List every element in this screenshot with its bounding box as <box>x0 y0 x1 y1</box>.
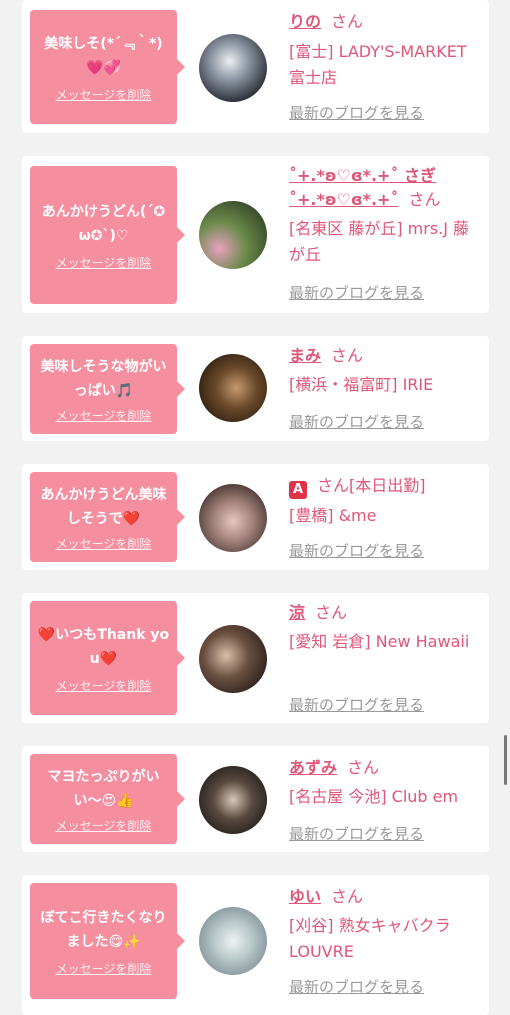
latest-blog-link[interactable]: 最新のブログを見る <box>289 282 424 303</box>
sender-line: あずみ さん <box>289 756 479 780</box>
message-card: あんかけうどん(´✪ω✪`)♡ メッセージを削除 ˚+.*ʚ♡ɞ*.+˚ さぎ˚… <box>22 156 489 313</box>
avatar[interactable] <box>199 766 267 834</box>
message-text: あんかけうどん(´✪ω✪`)♡ <box>41 203 166 244</box>
sender-name-link[interactable]: まみ <box>289 346 321 365</box>
message-card: ❤️いつもThank you❤️ メッセージを削除 涼さん [愛知 岩倉] Ne… <box>22 593 489 723</box>
sender-line: 涼さん <box>289 601 479 625</box>
sender-info: 涼さん [愛知 岩倉] New Hawaii <box>289 601 479 655</box>
message-text: 美味しそ(*´﹃｀*)💗💞 <box>44 35 163 76</box>
latest-blog-link[interactable]: 最新のブログを見る <box>289 694 424 715</box>
honorific: さん <box>315 603 348 622</box>
delete-message-link[interactable]: メッセージを削除 <box>56 535 152 552</box>
sender-name-link[interactable]: ゆい <box>289 887 321 906</box>
delete-message-link[interactable]: メッセージを削除 <box>56 677 152 694</box>
latest-blog-link[interactable]: 最新のブログを見る <box>289 823 424 844</box>
sender-info: ゆい さん [刈谷] 熟女キャバクラ LOUVRE <box>289 885 479 965</box>
delete-message-link[interactable]: メッセージを削除 <box>56 960 152 977</box>
message-bubble: あんかけうどん美味しそうで❤️ メッセージを削除 <box>30 472 185 562</box>
latest-blog-link[interactable]: 最新のブログを見る <box>289 976 424 997</box>
sender-info: まみ さん [横浜・福富町] IRIE <box>289 344 479 398</box>
message-text: マヨたっぷりがいい〜😍👍 <box>47 768 160 809</box>
delete-message-link[interactable]: メッセージを削除 <box>56 407 152 424</box>
avatar[interactable] <box>199 907 267 975</box>
message-bubble: あんかけうどん(´✪ω✪`)♡ メッセージを削除 <box>30 166 185 304</box>
delete-message-link[interactable]: メッセージを削除 <box>56 817 152 834</box>
honorific: さん <box>331 346 364 365</box>
message-card: マヨたっぷりがいい〜😍👍 メッセージを削除 あずみ さん [名古屋 今池] Clu… <box>22 746 489 852</box>
scrollbar[interactable] <box>504 735 507 785</box>
shop-info: [豊橋] &me <box>289 506 377 525</box>
message-card: あんかけうどん美味しそうで❤️ メッセージを削除 A さん[本日出勤] [豊橋] … <box>22 464 489 570</box>
attendance-status: [本日出勤] <box>349 476 426 495</box>
avatar[interactable] <box>199 201 267 269</box>
sender-line: りの さん <box>289 10 479 34</box>
avatar[interactable] <box>199 34 267 102</box>
sender-info: ˚+.*ʚ♡ɞ*.+˚ さぎ˚+.*ʚ♡ɞ*.+˚ さん [名東区 藤が丘] mr… <box>289 164 479 268</box>
message-bubble: ぼてこ行きたくなりました😋✨ メッセージを削除 <box>30 883 185 999</box>
message-card: 美味しそうな物がいっぱい🎵 メッセージを削除 まみ さん [横浜・福富町] IRI… <box>22 336 489 441</box>
message-bubble: マヨたっぷりがいい〜😍👍 メッセージを削除 <box>30 754 185 844</box>
sender-info: A さん[本日出勤] [豊橋] &me <box>289 474 479 529</box>
shop-info: [名東区 藤が丘] mrs.J 藤が丘 <box>289 219 470 264</box>
avatar[interactable] <box>199 354 267 422</box>
message-text: 美味しそうな物がいっぱい🎵 <box>40 358 167 399</box>
avatar[interactable] <box>199 484 267 552</box>
honorific: さん <box>347 758 380 777</box>
delete-message-link[interactable]: メッセージを削除 <box>56 254 152 271</box>
shop-info: [刈谷] 熟女キャバクラ LOUVRE <box>289 916 451 961</box>
message-text: ❤️いつもThank you❤️ <box>37 626 170 667</box>
a-button-emoji-icon: A <box>289 481 307 499</box>
sender-line: まみ さん <box>289 344 479 368</box>
honorific: さん <box>317 476 350 495</box>
sender-name-link[interactable]: あずみ <box>289 758 337 777</box>
sender-info: あずみ さん [名古屋 今池] Club em <box>289 756 479 810</box>
message-bubble: ❤️いつもThank you❤️ メッセージを削除 <box>30 601 185 715</box>
sender-name-link[interactable]: りの <box>289 12 321 31</box>
honorific: さん <box>331 12 364 31</box>
message-bubble: 美味しそうな物がいっぱい🎵 メッセージを削除 <box>30 344 185 434</box>
shop-info: [横浜・福富町] IRIE <box>289 375 434 394</box>
latest-blog-link[interactable]: 最新のブログを見る <box>289 540 424 561</box>
delete-message-link[interactable]: メッセージを削除 <box>56 86 152 103</box>
honorific: さん <box>408 190 441 209</box>
message-bubble: 美味しそ(*´﹃｀*)💗💞 メッセージを削除 <box>30 10 185 124</box>
avatar[interactable] <box>199 625 267 693</box>
latest-blog-link[interactable]: 最新のブログを見る <box>289 102 424 123</box>
shop-info: [名古屋 今池] Club em <box>289 787 459 806</box>
message-text: ぼてこ行きたくなりました😋✨ <box>40 909 167 950</box>
sender-name-link[interactable]: 涼 <box>289 603 305 622</box>
message-text: あんかけうどん美味しそうで❤️ <box>40 486 167 527</box>
honorific: さん <box>331 887 364 906</box>
sender-line: ˚+.*ʚ♡ɞ*.+˚ さぎ˚+.*ʚ♡ɞ*.+˚ さん <box>289 164 479 212</box>
sender-line: ゆい さん <box>289 885 479 909</box>
sender-line: A さん[本日出勤] <box>289 474 479 499</box>
shop-info: [愛知 岩倉] New Hawaii <box>289 632 470 651</box>
message-card: ぼてこ行きたくなりました😋✨ メッセージを削除 ゆい さん [刈谷] 熟女キャバク… <box>22 875 489 1015</box>
shop-info: [富士] LADY'S-MARKET 富士店 <box>289 42 467 87</box>
message-card: 美味しそ(*´﹃｀*)💗💞 メッセージを削除 りの さん [富士] LADY'S-… <box>22 0 489 133</box>
latest-blog-link[interactable]: 最新のブログを見る <box>289 411 424 432</box>
sender-info: りの さん [富士] LADY'S-MARKET 富士店 <box>289 10 479 91</box>
